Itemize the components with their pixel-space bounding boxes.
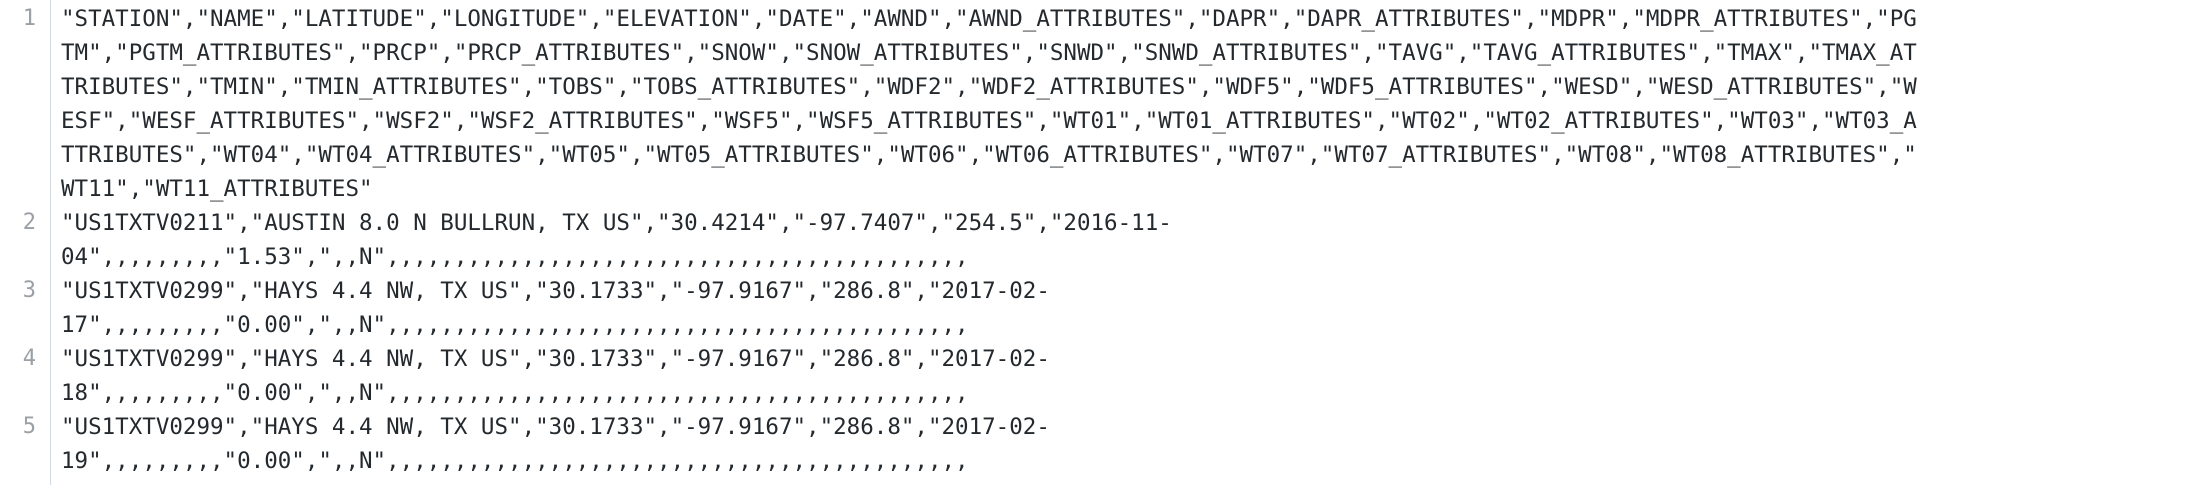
code-line-1-wrap-3: TRIBUTES","TMIN","TMIN_ATTRIBUTES","TOBS… [61, 74, 1917, 100]
code-line-1-wrap-1: "STATION","NAME","LATITUDE","LONGITUDE",… [61, 6, 1917, 32]
line-number-3: 3 [22, 278, 36, 303]
line-number-1: 1 [22, 6, 36, 31]
code-line-3-wrap-1: "US1TXTV0299","HAYS 4.4 NW, TX US","30.1… [61, 278, 1050, 304]
code-line-1-wrap-6: WT11","WT11_ATTRIBUTES" [61, 176, 373, 202]
code-line-4-wrap-1: "US1TXTV0299","HAYS 4.4 NW, TX US","30.1… [61, 346, 1050, 372]
code-line-2-wrap-1: "US1TXTV0211","AUSTIN 8.0 N BULLRUN, TX … [61, 210, 1172, 236]
code-line-2-wrap-2: 04",,,,,,,,,"1.53",",,N",,,,,,,,,,,,,,,,… [61, 244, 969, 270]
csv-text-viewer[interactable]: 1 2 3 4 5 "STATION","NAME","LATITUDE","L… [0, 0, 2185, 485]
line-number-4: 4 [22, 346, 36, 371]
code-line-1-wrap-5: TTRIBUTES","WT04","WT04_ATTRIBUTES","WT0… [61, 142, 1917, 168]
code-line-1-wrap-2: TM","PGTM_ATTRIBUTES","PRCP","PRCP_ATTRI… [61, 40, 1917, 66]
line-number-gutter: 1 2 3 4 5 [0, 0, 51, 485]
code-line-5-wrap-2: 19",,,,,,,,,"0.00",",,N",,,,,,,,,,,,,,,,… [61, 448, 969, 474]
line-number-5: 5 [22, 414, 36, 439]
line-number-2: 2 [22, 210, 36, 235]
code-line-4-wrap-2: 18",,,,,,,,,"0.00",",,N",,,,,,,,,,,,,,,,… [61, 380, 969, 406]
code-line-5-wrap-1: "US1TXTV0299","HAYS 4.4 NW, TX US","30.1… [61, 414, 1050, 440]
code-line-3-wrap-2: 17",,,,,,,,,"0.00",",,N",,,,,,,,,,,,,,,,… [61, 312, 969, 338]
code-line-1-wrap-4: ESF","WESF_ATTRIBUTES","WSF2","WSF2_ATTR… [61, 108, 1917, 134]
